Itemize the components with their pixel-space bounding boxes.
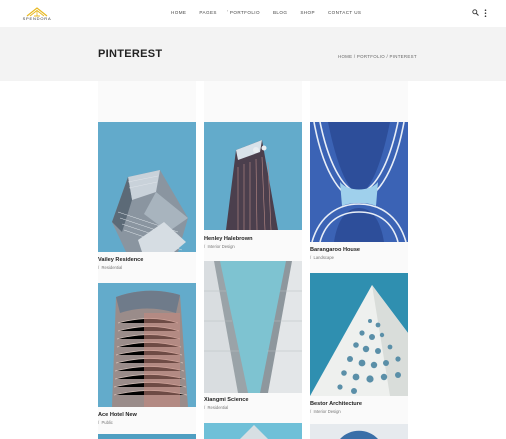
gallery-item-category: / Landscape — [310, 255, 334, 260]
category-label: Interior Design — [313, 409, 341, 414]
nav-home[interactable]: HOME — [171, 10, 186, 15]
gallery-item-category: / Interior Design — [204, 244, 235, 249]
breadcrumb[interactable]: HOME / PORTFOLIO / PINTEREST — [338, 54, 417, 59]
gallery-item-image-partial[interactable] — [98, 434, 196, 439]
gallery-item-title[interactable]: Xiangmi Science — [204, 397, 248, 403]
gallery-item-image[interactable] — [98, 122, 196, 252]
more-menu-icon[interactable] — [484, 9, 487, 18]
gallery-item-image[interactable] — [98, 283, 196, 407]
building-photo — [310, 424, 408, 439]
category-label: Interior Design — [207, 244, 235, 249]
nav-portfolio-label: PORTFOLIO — [229, 10, 260, 15]
page-title: PINTEREST — [98, 48, 163, 60]
gallery-item-title[interactable]: Vailey Residence — [98, 257, 143, 263]
category-label: Landscape — [313, 255, 335, 260]
gallery-item-title[interactable]: Ace Hotel New — [98, 412, 137, 418]
nav-shop[interactable]: SHOP — [300, 10, 315, 15]
gallery-item-category: / Residential — [204, 405, 229, 410]
active-caret-icon: ‹ — [226, 8, 229, 13]
gallery-item-category: / Interior Design — [310, 409, 341, 414]
gallery-item-title[interactable]: Henley Halebrown — [204, 236, 253, 242]
building-photo — [310, 273, 408, 396]
category-label: Residential — [101, 265, 123, 270]
gallery-item-category: / Public — [98, 420, 113, 425]
gallery-item-image[interactable] — [204, 122, 302, 230]
gallery-item-image[interactable] — [310, 273, 408, 396]
building-photo — [310, 122, 408, 242]
nav-contact[interactable]: CONTACT US — [328, 10, 361, 15]
building-photo — [98, 283, 196, 407]
gallery-item-title[interactable]: Bestor Architecture — [310, 401, 362, 407]
gallery-item-category: / Residential — [98, 265, 123, 270]
category-label: Residential — [207, 405, 229, 410]
building-photo — [204, 423, 302, 439]
building-photo — [98, 122, 196, 252]
category-label: Public — [101, 420, 113, 425]
site-header: SPENDORA HOME PAGES ‹ PORTFOLIO BLOG SHO… — [0, 0, 506, 27]
gallery-item-title[interactable]: Barangaroo House — [310, 247, 360, 253]
nav-pages[interactable]: PAGES — [199, 10, 217, 15]
gallery-item-image[interactable] — [204, 261, 302, 393]
brand-name: SPENDORA — [22, 16, 52, 21]
brand-logo[interactable]: SPENDORA — [18, 5, 56, 23]
gallery-item-image-partial[interactable] — [310, 424, 408, 439]
building-photo — [204, 122, 302, 230]
gallery-item-image-partial[interactable] — [204, 423, 302, 439]
gallery-item-image[interactable] — [310, 122, 408, 242]
page-title-band: PINTEREST HOME / PORTFOLIO / PINTEREST — [0, 27, 506, 81]
building-photo — [204, 261, 302, 393]
search-icon[interactable] — [472, 9, 479, 16]
nav-portfolio[interactable]: ‹ PORTFOLIO — [226, 8, 260, 15]
main-nav: HOME PAGES ‹ PORTFOLIO BLOG SHOP CONTACT… — [171, 8, 374, 15]
nav-blog[interactable]: BLOG — [273, 10, 287, 15]
